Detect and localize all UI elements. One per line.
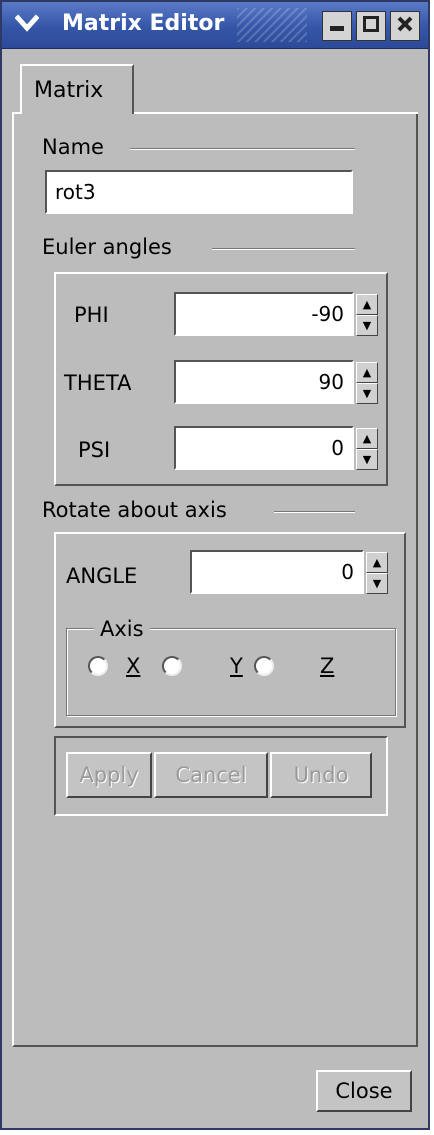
psi-label: PSI bbox=[78, 438, 111, 462]
chevron-down-icon bbox=[14, 14, 40, 36]
title-bar[interactable]: Matrix Editor bbox=[2, 2, 428, 49]
maximize-icon bbox=[362, 15, 380, 37]
rotate-section-divider bbox=[274, 511, 355, 513]
arrow-up-icon: ▲ bbox=[362, 366, 372, 379]
axis-y-label[interactable]: Y bbox=[230, 654, 243, 678]
psi-increment-button[interactable]: ▲ bbox=[356, 428, 378, 449]
phi-spinner[interactable]: ▲ ▼ bbox=[356, 294, 378, 336]
arrow-up-icon: ▲ bbox=[372, 556, 382, 569]
theta-field[interactable]: 90 bbox=[174, 360, 354, 404]
radio-axis-z[interactable] bbox=[254, 656, 274, 676]
apply-button[interactable]: Apply bbox=[66, 752, 152, 798]
cancel-button[interactable]: Cancel bbox=[154, 752, 268, 798]
minimize-button[interactable] bbox=[322, 11, 352, 41]
theta-label: THETA bbox=[64, 371, 132, 395]
name-field[interactable]: rot3 bbox=[45, 170, 353, 214]
close-icon bbox=[396, 15, 414, 37]
arrow-down-icon: ▼ bbox=[362, 453, 372, 466]
arrow-down-icon: ▼ bbox=[362, 387, 372, 400]
tab-matrix[interactable]: Matrix bbox=[20, 64, 134, 114]
matrix-editor-window: Matrix Editor Matrix Name rot3 Euler ang… bbox=[0, 0, 430, 1130]
angle-field[interactable]: 0 bbox=[190, 550, 364, 594]
minimize-icon bbox=[328, 15, 346, 37]
euler-section-label: Euler angles bbox=[42, 235, 172, 259]
phi-label: PHI bbox=[74, 303, 109, 327]
axis-group-label: Axis bbox=[94, 617, 150, 641]
arrow-down-icon: ▼ bbox=[362, 319, 372, 332]
window-title: Matrix Editor bbox=[62, 11, 225, 36]
psi-decrement-button[interactable]: ▼ bbox=[356, 449, 378, 470]
tab-header-line bbox=[134, 112, 418, 114]
theta-decrement-button[interactable]: ▼ bbox=[356, 383, 378, 404]
maximize-button[interactable] bbox=[356, 11, 386, 41]
phi-increment-button[interactable]: ▲ bbox=[356, 294, 378, 315]
name-section-label: Name bbox=[42, 135, 104, 159]
phi-decrement-button[interactable]: ▼ bbox=[356, 315, 378, 336]
arrow-up-icon: ▲ bbox=[362, 432, 372, 445]
psi-field[interactable]: 0 bbox=[174, 426, 354, 470]
theta-spinner[interactable]: ▲ ▼ bbox=[356, 362, 378, 404]
angle-spinner[interactable]: ▲ ▼ bbox=[366, 552, 388, 594]
name-section-divider bbox=[130, 148, 355, 150]
angle-label: ANGLE bbox=[66, 564, 138, 588]
axis-z-label[interactable]: Z bbox=[320, 654, 334, 678]
radio-axis-y[interactable] bbox=[162, 656, 182, 676]
undo-button[interactable]: Undo bbox=[270, 752, 372, 798]
close-window-button[interactable] bbox=[390, 11, 420, 41]
phi-field[interactable]: -90 bbox=[174, 292, 354, 336]
angle-decrement-button[interactable]: ▼ bbox=[366, 573, 388, 594]
psi-spinner[interactable]: ▲ ▼ bbox=[356, 428, 378, 470]
rotate-section-label: Rotate about axis bbox=[42, 498, 227, 522]
euler-section-divider bbox=[212, 248, 355, 250]
radio-axis-x[interactable] bbox=[88, 656, 108, 676]
arrow-up-icon: ▲ bbox=[362, 298, 372, 311]
axis-x-label[interactable]: X bbox=[126, 654, 140, 678]
close-button[interactable]: Close bbox=[316, 1070, 412, 1112]
tab-matrix-label: Matrix bbox=[34, 77, 104, 103]
theta-increment-button[interactable]: ▲ bbox=[356, 362, 378, 383]
window-menu-button[interactable] bbox=[12, 10, 42, 40]
arrow-down-icon: ▼ bbox=[372, 577, 382, 590]
angle-increment-button[interactable]: ▲ bbox=[366, 552, 388, 573]
